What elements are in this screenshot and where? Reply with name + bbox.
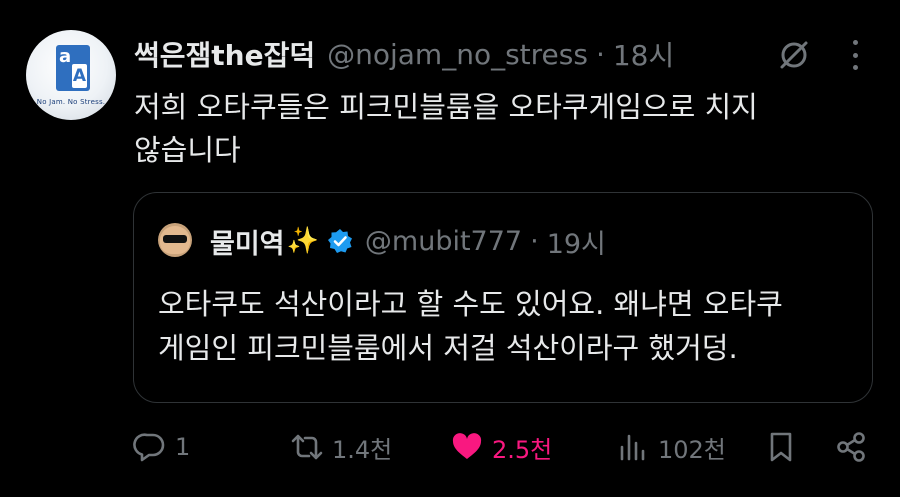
share-icon [837,432,865,462]
avatar-logo-letter-2: A [72,64,87,88]
more-dot [852,65,858,70]
quoted-text-line: 게임인 피크민블룸에서 저걸 석산이라구 했거덩. [158,331,738,365]
avatar-logo: a A [56,45,90,91]
like-button[interactable]: 2.5천 [450,424,552,470]
quoted-author-name[interactable]: 물미역 [210,222,285,261]
separator-dot: · [530,225,539,257]
quoted-post[interactable]: 물미역 ✨ @mubit777 · 19시 오타쿠도 석산이라고 할 수도 있어… [133,192,873,403]
quoted-post-time[interactable]: 19시 [547,222,606,261]
quoted-text-line: 오타쿠도 석산이라고 할 수도 있어요. 왜냐면 오타쿠 [158,287,783,321]
views-icon [620,434,645,461]
quoted-header: 물미역 ✨ @mubit777 · 19시 [210,221,606,261]
post-text-line: 않습니다 [134,133,241,167]
repost-count: 1.4천 [332,435,393,464]
separator-dot: · [595,37,605,71]
quoted-avatar-sunglasses [163,235,187,243]
post-text: 저희 오타쿠들은 피크민블룸을 오타쿠게임으로 치지 않습니다 [134,86,854,172]
quoted-avatar[interactable] [158,223,192,257]
heart-icon [452,433,482,459]
repost-icon [291,434,323,460]
verified-badge-icon [327,229,352,253]
avatar-logo-letter: a [59,46,72,67]
author-avatar[interactable]: a A No Jam. No Stress. [26,30,116,120]
like-count: 2.5천 [492,435,553,464]
author-name[interactable]: 썩은잼the잡덕 [134,34,315,74]
more-dot [852,52,858,58]
views-button[interactable]: 102천 [616,424,726,470]
author-handle[interactable]: @nojam_no_stress [327,38,588,71]
grok-icon[interactable] [776,37,812,73]
post-header: 썩은잼the잡덕 @nojam_no_stress · 18시 [134,33,674,75]
more-icon[interactable] [848,40,862,70]
bookmark-icon [770,432,792,462]
post-text-line: 저희 오타쿠들은 피크민블룸을 오타쿠게임으로 치지 [134,90,758,124]
action-bar: 1 1.4천 2.5천 102천 [0,424,900,470]
sparkles-emoji: ✨ [286,226,319,256]
more-dot [852,40,858,45]
bookmark-button[interactable] [764,424,798,470]
quoted-post-text: 오타쿠도 석산이라고 할 수도 있어요. 왜냐면 오타쿠 게임인 피크민블룸에서… [158,282,858,370]
reply-icon [133,433,165,462]
repost-button[interactable]: 1.4천 [290,424,392,470]
views-count: 102천 [658,435,726,464]
reply-button[interactable]: 1 [133,424,190,470]
avatar-tagline: No Jam. No Stress. [36,98,106,106]
share-button[interactable] [834,424,868,470]
post-time[interactable]: 18시 [613,34,674,74]
reply-count: 1 [175,433,191,461]
quoted-author-handle[interactable]: @mubit777 [365,226,522,257]
